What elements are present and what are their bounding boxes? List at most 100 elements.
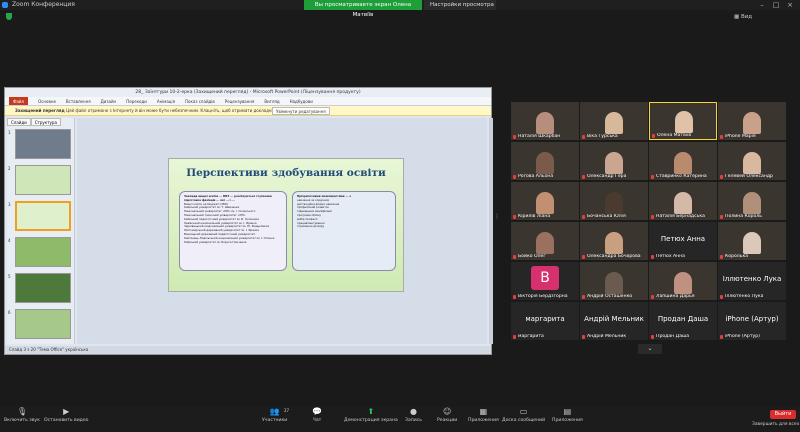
app-title: Zoom Конференция [12,1,75,8]
participant-tile[interactable]: Олександр Гера [580,142,648,180]
toolbar-label: Остановить видео [44,418,89,423]
leave-button[interactable]: Выйти [770,410,796,419]
slide-thumbnail[interactable] [15,237,71,267]
participant-tile[interactable]: Олександра Бочарова [580,222,648,260]
ribbon-tab[interactable]: Вигляд [264,97,279,105]
participant-tile[interactable]: Петюх Анна Петюх Анна [649,222,717,260]
minimize-icon[interactable]: – [756,0,768,10]
participant-name: Лапшина Дарья [656,294,695,299]
participant-tile[interactable]: Продан Даша Продан Даша [649,302,717,340]
ribbon-tab[interactable]: Надбудови [290,97,313,105]
participant-video [536,152,554,174]
toolbar-button[interactable]: ● Запись [405,408,422,424]
ribbon-tab[interactable]: Дизайн [101,97,117,105]
participant-tile[interactable]: Гелевей Олександр [718,142,786,180]
participant-tile[interactable]: Олена Матвіїв [649,102,717,140]
participant-name-large: Іллютенко Лука [722,275,782,283]
participant-name: Королька [725,254,749,259]
toolbar-button[interactable]: ▤ Приложения [552,408,583,424]
toolbar-button[interactable]: 💬 Чат [312,408,322,424]
right-box-item: отримання досвіду [297,224,325,229]
toolbar-label: Чат [312,418,322,423]
ribbon-tab[interactable]: Переходи [126,97,147,105]
participant-tile[interactable]: iPhone (Артур) iPhone (Артур) [718,302,786,340]
participant-tile[interactable]: iPhone Марія [718,102,786,140]
slide-thumbnail-selected[interactable] [15,201,71,231]
slide-thumbnail[interactable] [15,165,71,195]
muted-mic-icon [513,135,516,139]
toolbar-label: Участники [262,418,288,423]
participant-name: Наталія Шкарбан [518,134,561,139]
slide-thumbnail[interactable] [15,309,71,339]
participant-name-large: iPhone (Артур) [725,315,779,323]
muted-mic-icon [720,175,723,179]
apps-icon: ▦ [479,407,488,416]
participant-tile[interactable]: Рогова Альона [511,142,579,180]
tab-outline[interactable]: Структура [30,118,61,126]
participant-tile[interactable]: Лапшина Дарья [649,262,717,300]
participant-video [605,272,623,294]
toolbar-button[interactable]: 👥 Участники 27 [262,408,289,424]
muted-mic-icon [513,295,516,299]
gallery-next-page-button[interactable]: ⌄ [638,344,662,354]
slide-thumbnails-pane: Слайди Структура 1 2 3 4 5 6 [7,118,75,344]
participant-tile[interactable]: В Вікторія Бердзгорна [511,262,579,300]
ribbon-tab[interactable]: Рецензування [225,97,255,105]
slide-thumbnail[interactable] [15,129,71,159]
ribbon-tab-file[interactable]: Файл [9,97,29,105]
participant-tile[interactable]: Бочанська Юлія [580,182,648,220]
view-button[interactable]: ▦ Вид [734,12,778,23]
ribbon-tab[interactable]: Показ слайдів [185,97,215,105]
muted-mic-icon [651,255,654,259]
participant-tile[interactable]: Ставринко Катерина [649,142,717,180]
slide-thumbnail[interactable] [15,273,71,303]
panel-resize-handle[interactable]: ⋮ [494,213,500,223]
reactions-icon: ☺ [442,407,452,416]
tab-slides[interactable]: Слайди [7,118,31,126]
participant-tile[interactable]: Андрій Мельник Андрій Мельник [580,302,648,340]
participant-tile[interactable]: Іллютенко Лука Іллютенко Лука [718,262,786,300]
toolbar-button[interactable]: ▦ Приложения [468,407,499,424]
muted-mic-icon [720,295,723,299]
participant-name: Олена Матвіїв [657,133,692,138]
participant-video [674,272,692,294]
share-status-banner[interactable]: Вы просматриваете экран Олена Матвіїв [304,0,422,18]
enable-editing-button[interactable]: Увімкнути редагування [272,107,330,115]
toolbar-button[interactable]: ▭ Доска сообщений [502,408,545,424]
participant-tile[interactable]: Полина Король [718,182,786,220]
muted-mic-icon [582,215,585,219]
ppt-scrollbar[interactable] [489,118,493,344]
participant-name: Іллютенко Лука [725,294,764,299]
toolbar-button[interactable]: ☺ Реакции [437,407,457,424]
participant-video [536,192,554,214]
participant-tile[interactable]: Наталія Бернадська [649,182,717,220]
ribbon-tab[interactable]: Вставлення [66,97,91,105]
participant-tile[interactable]: Бойко Олег [511,222,579,260]
participant-tile[interactable]: Андрій Осташенко [580,262,648,300]
participant-tile[interactable]: Вiкa Гурська [580,102,648,140]
participant-tile[interactable]: Наталія Шкарбан [511,102,579,140]
participant-video [743,112,761,134]
participant-tile[interactable]: Кірилів Ліана [511,182,579,220]
participant-name: Кірилів Ліана [518,214,551,219]
view-options-button[interactable]: Настройки просмотра [424,0,496,10]
encryption-shield-icon[interactable] [6,13,12,20]
ribbon-tab[interactable]: Анімація [157,97,175,105]
ribbon-tab[interactable]: Основне [38,97,56,105]
ppt-status-bar: Слайд 3 з 20 "Тема Office" українська [5,346,491,354]
maximize-icon[interactable]: □ [770,0,782,10]
participant-video [605,192,623,214]
participant-tile[interactable]: Королька [718,222,786,260]
toolbar-button[interactable]: ▶ Остановить видео [44,408,89,424]
toolbar-button[interactable]: ⬆ Демонстрация экрана [344,408,398,424]
participant-tile[interactable]: маргарита маргарита [511,302,579,340]
participant-name: Продан Даша [656,334,690,339]
slide-left-box: Заклади вищої освіти ... ВНЗ ... реалізу… [179,191,287,271]
toolbar-label: Запись [405,418,422,423]
close-icon[interactable]: × [784,0,796,10]
shared-screen: 28_ Заїнтгури 10-2-ерка (Захищений перег… [4,87,493,355]
toolbar-button[interactable]: 🎙 Включить звук [4,408,40,424]
left-box-item: Київський університет ім. Бориса Грінчен… [184,239,247,244]
participant-video [536,232,554,254]
participant-video [605,112,623,134]
